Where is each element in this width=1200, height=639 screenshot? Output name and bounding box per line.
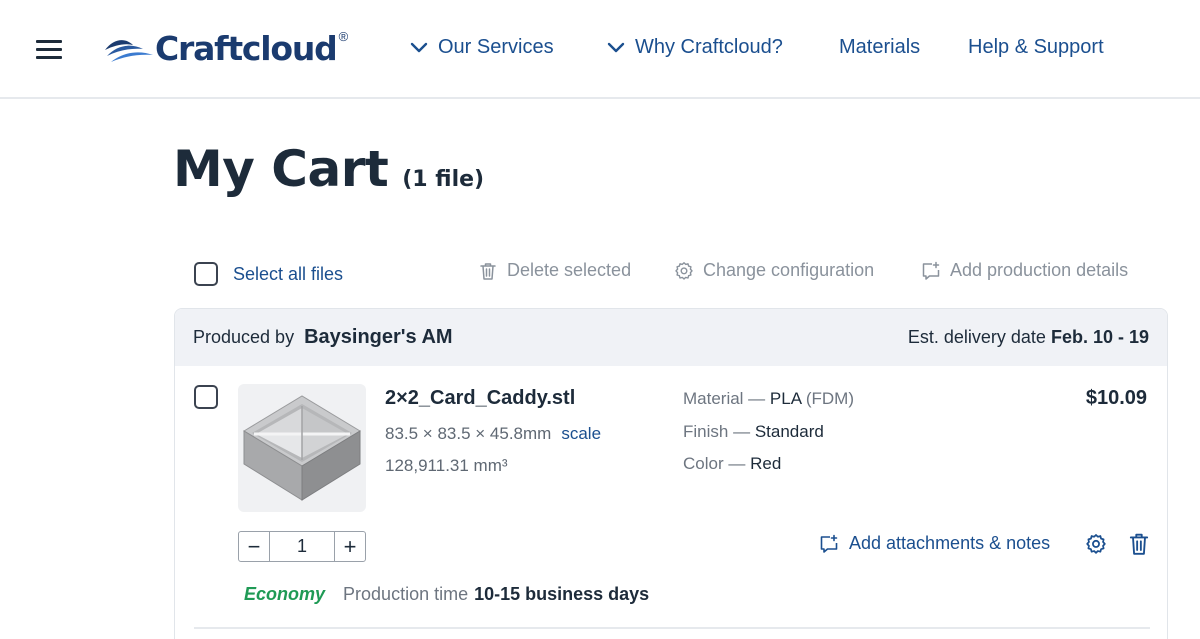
add-attachments-button[interactable]: Add attachments & notes — [819, 533, 1050, 554]
select-all-files[interactable]: Select all files — [194, 262, 343, 286]
material-type: (FDM) — [805, 389, 855, 408]
file-count: (1 file) — [402, 167, 485, 192]
card-divider — [194, 627, 1150, 629]
color-spec: Color — Red — [683, 454, 781, 474]
increase-quantity-button[interactable]: + — [335, 532, 365, 561]
delete-selected-button[interactable]: Delete selected — [478, 260, 631, 281]
brand-name: Craftcloud — [155, 28, 338, 68]
nav-materials[interactable]: Materials — [839, 36, 920, 59]
color-label: Color — — [683, 454, 746, 473]
vendor-card-header: Produced by Baysinger's AM Est. delivery… — [175, 309, 1167, 366]
delete-selected-label: Delete selected — [507, 260, 632, 280]
produced-by-label: Produced by — [193, 327, 295, 347]
nav-why-craftcloud-label: Why Craftcloud? — [635, 36, 783, 58]
gear-icon — [1086, 534, 1106, 554]
file-name: 2×2_Card_Caddy.stl — [385, 387, 576, 409]
production-time-label: Production time — [343, 584, 469, 604]
add-note-icon — [820, 534, 838, 553]
menu-icon[interactable] — [36, 38, 62, 60]
site-header: Craftcloud ® Our Services Why Craftcloud?… — [0, 0, 1200, 99]
craftcloud-logo[interactable]: Craftcloud ® — [103, 26, 348, 70]
model-preview-image — [243, 395, 361, 501]
production-time-value: 10-15 business days — [474, 584, 650, 604]
material-label: Material — — [683, 389, 766, 408]
gear-icon — [675, 261, 693, 280]
nav-help-support-label: Help & Support — [968, 36, 1104, 58]
select-all-checkbox[interactable] — [194, 262, 218, 286]
item-settings-button[interactable] — [1085, 533, 1107, 555]
add-production-details-button[interactable]: Add production details — [921, 260, 1128, 281]
decrease-quantity-button[interactable]: − — [239, 532, 269, 561]
item-price: $10.09 — [1085, 387, 1147, 409]
add-note-icon — [922, 261, 940, 280]
material-value: PLA — [769, 389, 802, 408]
page-title-text: My Cart — [173, 140, 389, 198]
nav-why-craftcloud[interactable]: Why Craftcloud? — [607, 36, 783, 59]
production-info: Economy Production time 10-15 business d… — [244, 584, 649, 605]
chevron-down-icon — [410, 42, 428, 52]
change-configuration-label: Change configuration — [703, 260, 875, 280]
trash-icon — [1129, 533, 1149, 555]
shipping-tier-badge: Economy — [244, 584, 326, 604]
model-dimensions: 83.5 × 83.5 × 45.8mm scale — [385, 424, 601, 444]
quantity-input[interactable]: 1 — [269, 532, 335, 561]
quantity-stepper: − 1 + — [238, 531, 366, 562]
material-spec: Material — PLA (FDM) — [683, 389, 854, 409]
model-thumbnail[interactable] — [238, 384, 366, 512]
dimensions-value: 83.5 × 83.5 × 45.8mm — [385, 424, 552, 443]
delete-item-button[interactable] — [1128, 532, 1150, 556]
estimated-delivery: Est. delivery date Feb. 10 - 19 — [908, 327, 1149, 348]
item-checkbox[interactable] — [194, 385, 218, 409]
change-configuration-button[interactable]: Change configuration — [674, 260, 874, 281]
add-attachments-label: Add attachments & notes — [849, 533, 1051, 553]
finish-spec: Finish — Standard — [683, 422, 824, 442]
delivery-label: Est. delivery date — [907, 327, 1046, 347]
craftcloud-logo-icon — [105, 40, 153, 62]
vendor-name: Baysinger's AM — [304, 326, 453, 348]
add-production-details-label: Add production details — [950, 260, 1129, 280]
model-volume: 128,911.31 mm³ — [385, 456, 508, 475]
select-all-label: Select all files — [233, 263, 344, 284]
finish-label: Finish — — [683, 422, 751, 441]
nav-help-support[interactable]: Help & Support — [968, 36, 1104, 59]
color-value: Red — [750, 454, 782, 473]
finish-value: Standard — [754, 422, 824, 441]
page-title: My Cart (1 file) — [173, 140, 484, 198]
produced-by: Produced by Baysinger's AM — [193, 326, 453, 349]
scale-link[interactable]: scale — [561, 424, 601, 443]
delivery-range: Feb. 10 - 19 — [1050, 327, 1149, 347]
chevron-down-icon — [607, 42, 625, 52]
registered-mark: ® — [338, 28, 349, 44]
nav-materials-label: Materials — [839, 36, 921, 58]
trash-icon — [480, 262, 496, 280]
vendor-card: Produced by Baysinger's AM Est. delivery… — [174, 308, 1168, 639]
nav-our-services[interactable]: Our Services — [410, 36, 554, 59]
nav-our-services-label: Our Services — [438, 36, 554, 58]
